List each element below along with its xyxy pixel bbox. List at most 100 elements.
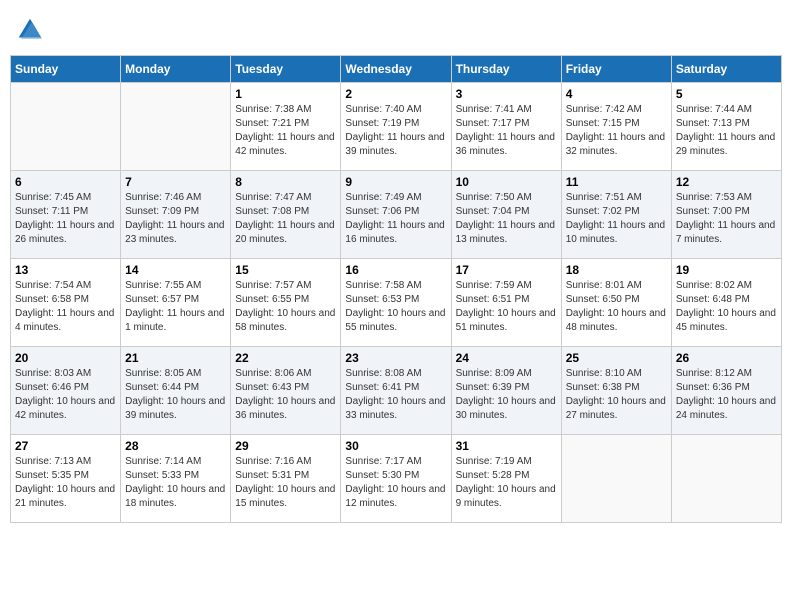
calendar-cell: 20Sunrise: 8:03 AMSunset: 6:46 PMDayligh… <box>11 347 121 435</box>
weekday-header: Thursday <box>451 56 561 83</box>
day-number: 13 <box>15 263 116 277</box>
calendar-cell <box>121 83 231 171</box>
calendar-cell: 24 Sunrise: 8:09 AMSunset: 6:39 PMDayligh… <box>451 347 561 435</box>
day-info: Sunrise: 7:53 AMSunset: 7:00 PMDaylight:… <box>676 191 777 247</box>
day-number: 11 <box>566 175 667 189</box>
calendar-week-row: 20Sunrise: 8:03 AMSunset: 6:46 PMDayligh… <box>11 347 782 435</box>
day-info: Sunrise: 7:13 AMSunset: 5:35 PMDaylight:… <box>15 455 116 511</box>
weekday-header: Sunday <box>11 56 121 83</box>
day-info: Sunrise: 7:42 AMSunset: 7:15 PMDaylight:… <box>566 103 667 159</box>
day-info: Sunrise: 8:12 AMSunset: 6:36 PMDaylight:… <box>676 367 777 423</box>
calendar-cell: 10Sunrise: 7:50 AMSunset: 7:04 PMDayligh… <box>451 171 561 259</box>
day-info: Sunrise: 8:06 AMSunset: 6:43 PMDaylight:… <box>235 367 336 423</box>
calendar-cell: 8Sunrise: 7:47 AMSunset: 7:08 PMDaylight… <box>231 171 341 259</box>
day-number: 21 <box>125 351 226 365</box>
day-info: Sunrise: 7:57 AMSunset: 6:55 PMDaylight:… <box>235 279 336 335</box>
calendar-cell: 16Sunrise: 7:58 AMSunset: 6:53 PMDayligh… <box>341 259 451 347</box>
calendar-cell: 2 Sunrise: 7:40 AMSunset: 7:19 PMDaylight… <box>341 83 451 171</box>
weekday-header: Wednesday <box>341 56 451 83</box>
calendar-cell: 26 Sunrise: 8:12 AMSunset: 6:36 PMDayligh… <box>671 347 781 435</box>
day-number: 1 <box>235 87 336 101</box>
calendar-week-row: 1 Sunrise: 7:38 AMSunset: 7:21 PMDaylight… <box>11 83 782 171</box>
day-info: Sunrise: 7:44 AMSunset: 7:13 PMDaylight:… <box>676 103 777 159</box>
day-number: 28 <box>125 439 226 453</box>
day-info: Sunrise: 7:41 AMSunset: 7:17 PMDaylight:… <box>456 103 557 159</box>
calendar-cell: 3 Sunrise: 7:41 AMSunset: 7:17 PMDaylight… <box>451 83 561 171</box>
calendar-header-row: SundayMondayTuesdayWednesdayThursdayFrid… <box>11 56 782 83</box>
calendar-cell: 17 Sunrise: 7:59 AMSunset: 6:51 PMDayligh… <box>451 259 561 347</box>
day-number: 27 <box>15 439 116 453</box>
day-number: 23 <box>345 351 446 365</box>
day-number: 20 <box>15 351 116 365</box>
weekday-header: Monday <box>121 56 231 83</box>
day-number: 24 <box>456 351 557 365</box>
calendar-cell: 22Sunrise: 8:06 AMSunset: 6:43 PMDayligh… <box>231 347 341 435</box>
day-number: 26 <box>676 351 777 365</box>
day-number: 9 <box>345 175 446 189</box>
calendar-cell: 1 Sunrise: 7:38 AMSunset: 7:21 PMDaylight… <box>231 83 341 171</box>
day-info: Sunrise: 8:05 AMSunset: 6:44 PMDaylight:… <box>125 367 226 423</box>
calendar-cell <box>11 83 121 171</box>
day-number: 16 <box>345 263 446 277</box>
day-number: 2 <box>345 87 446 101</box>
calendar-cell: 29Sunrise: 7:16 AMSunset: 5:31 PMDayligh… <box>231 435 341 523</box>
day-info: Sunrise: 7:46 AMSunset: 7:09 PMDaylight:… <box>125 191 226 247</box>
calendar-cell: 31 Sunrise: 7:19 AMSunset: 5:28 PMDayligh… <box>451 435 561 523</box>
day-number: 14 <box>125 263 226 277</box>
day-info: Sunrise: 7:40 AMSunset: 7:19 PMDaylight:… <box>345 103 446 159</box>
calendar-cell: 13 Sunrise: 7:54 AMSunset: 6:58 PMDayligh… <box>11 259 121 347</box>
day-number: 15 <box>235 263 336 277</box>
calendar-cell <box>671 435 781 523</box>
day-info: Sunrise: 8:09 AMSunset: 6:39 PMDaylight:… <box>456 367 557 423</box>
day-info: Sunrise: 7:38 AMSunset: 7:21 PMDaylight:… <box>235 103 336 159</box>
day-info: Sunrise: 7:50 AMSunset: 7:04 PMDaylight:… <box>456 191 557 247</box>
day-info: Sunrise: 7:19 AMSunset: 5:28 PMDaylight:… <box>456 455 557 511</box>
calendar-cell: 27 Sunrise: 7:13 AMSunset: 5:35 PMDayligh… <box>11 435 121 523</box>
day-number: 30 <box>345 439 446 453</box>
day-number: 7 <box>125 175 226 189</box>
calendar-cell: 28Sunrise: 7:14 AMSunset: 5:33 PMDayligh… <box>121 435 231 523</box>
calendar-table: SundayMondayTuesdayWednesdayThursdayFrid… <box>10 55 782 523</box>
day-info: Sunrise: 8:10 AMSunset: 6:38 PMDaylight:… <box>566 367 667 423</box>
day-info: Sunrise: 7:59 AMSunset: 6:51 PMDaylight:… <box>456 279 557 335</box>
calendar-cell: 11 Sunrise: 7:51 AMSunset: 7:02 PMDayligh… <box>561 171 671 259</box>
calendar-cell: 25 Sunrise: 8:10 AMSunset: 6:38 PMDayligh… <box>561 347 671 435</box>
calendar-cell: 4 Sunrise: 7:42 AMSunset: 7:15 PMDaylight… <box>561 83 671 171</box>
day-info: Sunrise: 7:54 AMSunset: 6:58 PMDaylight:… <box>15 279 116 335</box>
day-number: 19 <box>676 263 777 277</box>
day-number: 25 <box>566 351 667 365</box>
calendar-cell: 12Sunrise: 7:53 AMSunset: 7:00 PMDayligh… <box>671 171 781 259</box>
day-info: Sunrise: 7:51 AMSunset: 7:02 PMDaylight:… <box>566 191 667 247</box>
weekday-header: Saturday <box>671 56 781 83</box>
page-header <box>10 10 782 45</box>
day-info: Sunrise: 7:55 AMSunset: 6:57 PMDaylight:… <box>125 279 226 335</box>
day-info: Sunrise: 8:02 AMSunset: 6:48 PMDaylight:… <box>676 279 777 335</box>
calendar-cell: 19 Sunrise: 8:02 AMSunset: 6:48 PMDayligh… <box>671 259 781 347</box>
day-number: 4 <box>566 87 667 101</box>
calendar-week-row: 27 Sunrise: 7:13 AMSunset: 5:35 PMDayligh… <box>11 435 782 523</box>
calendar-cell: 7 Sunrise: 7:46 AMSunset: 7:09 PMDaylight… <box>121 171 231 259</box>
day-info: Sunrise: 8:01 AMSunset: 6:50 PMDaylight:… <box>566 279 667 335</box>
day-info: Sunrise: 7:47 AMSunset: 7:08 PMDaylight:… <box>235 191 336 247</box>
day-number: 6 <box>15 175 116 189</box>
day-number: 17 <box>456 263 557 277</box>
calendar-cell: 18Sunrise: 8:01 AMSunset: 6:50 PMDayligh… <box>561 259 671 347</box>
day-number: 31 <box>456 439 557 453</box>
logo-icon <box>15 15 45 45</box>
weekday-header: Tuesday <box>231 56 341 83</box>
calendar-week-row: 6Sunrise: 7:45 AMSunset: 7:11 PMDaylight… <box>11 171 782 259</box>
day-number: 5 <box>676 87 777 101</box>
calendar-cell: 15 Sunrise: 7:57 AMSunset: 6:55 PMDayligh… <box>231 259 341 347</box>
logo <box>15 15 49 45</box>
calendar-cell: 9 Sunrise: 7:49 AMSunset: 7:06 PMDaylight… <box>341 171 451 259</box>
day-number: 29 <box>235 439 336 453</box>
day-info: Sunrise: 7:49 AMSunset: 7:06 PMDaylight:… <box>345 191 446 247</box>
calendar-cell: 30 Sunrise: 7:17 AMSunset: 5:30 PMDayligh… <box>341 435 451 523</box>
calendar-cell: 23Sunrise: 8:08 AMSunset: 6:41 PMDayligh… <box>341 347 451 435</box>
calendar-cell: 21 Sunrise: 8:05 AMSunset: 6:44 PMDayligh… <box>121 347 231 435</box>
day-number: 3 <box>456 87 557 101</box>
day-info: Sunrise: 7:17 AMSunset: 5:30 PMDaylight:… <box>345 455 446 511</box>
calendar-cell: 5 Sunrise: 7:44 AMSunset: 7:13 PMDaylight… <box>671 83 781 171</box>
calendar-cell <box>561 435 671 523</box>
calendar-cell: 6Sunrise: 7:45 AMSunset: 7:11 PMDaylight… <box>11 171 121 259</box>
